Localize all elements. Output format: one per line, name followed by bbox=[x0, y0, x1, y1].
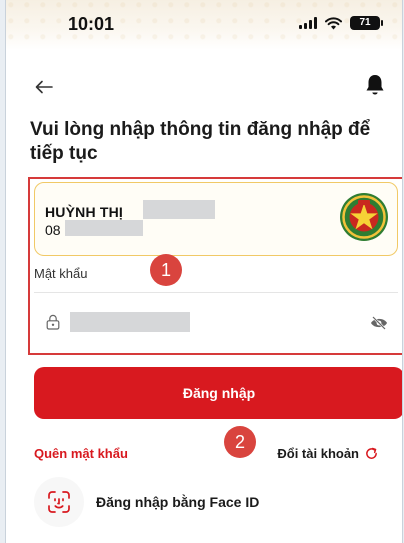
switch-account-link[interactable]: Đổi tài khoản bbox=[277, 446, 378, 461]
password-label: Mật khẩu bbox=[34, 266, 88, 281]
status-time: 10:01 bbox=[68, 14, 115, 34]
account-phone-redaction bbox=[65, 220, 143, 236]
signal-icon bbox=[299, 17, 317, 29]
status-bar: 10:01 71 bbox=[6, 0, 402, 50]
app-screen: 10:01 71 Vui lòng nhập thông tin đăng nh… bbox=[5, 0, 403, 543]
refresh-icon bbox=[366, 447, 377, 459]
forgot-password-link[interactable]: Quên mật khẩu bbox=[34, 446, 128, 461]
face-id-icon bbox=[34, 477, 84, 527]
password-divider bbox=[34, 292, 398, 293]
eye-off-icon[interactable] bbox=[370, 316, 388, 330]
account-phone: 08 bbox=[45, 222, 61, 238]
account-name-redaction bbox=[143, 200, 215, 219]
account-card[interactable]: HUỲNH THỊ 08 bbox=[34, 182, 398, 256]
annotation-step-1: 1 bbox=[150, 254, 182, 286]
lock-icon bbox=[46, 314, 60, 330]
switch-account-label: Đổi tài khoản bbox=[277, 446, 359, 461]
page-title: Vui lòng nhập thông tin đăng nhập để tiế… bbox=[30, 119, 371, 164]
face-id-login[interactable]: Đăng nhập bằng Face ID bbox=[34, 476, 259, 528]
password-input[interactable] bbox=[70, 312, 190, 332]
wifi-icon bbox=[325, 16, 342, 29]
face-id-label: Đăng nhập bằng Face ID bbox=[96, 494, 260, 510]
bell-icon[interactable] bbox=[364, 73, 386, 97]
police-logo bbox=[340, 193, 388, 241]
annotation-step-2: 2 bbox=[224, 426, 256, 458]
status-icons: 71 bbox=[299, 16, 383, 30]
login-button[interactable]: Đăng nhập bbox=[34, 367, 402, 419]
battery-icon: 71 bbox=[350, 16, 383, 30]
account-name: HUỲNH THỊ bbox=[45, 204, 124, 220]
back-arrow-icon[interactable] bbox=[32, 76, 56, 98]
